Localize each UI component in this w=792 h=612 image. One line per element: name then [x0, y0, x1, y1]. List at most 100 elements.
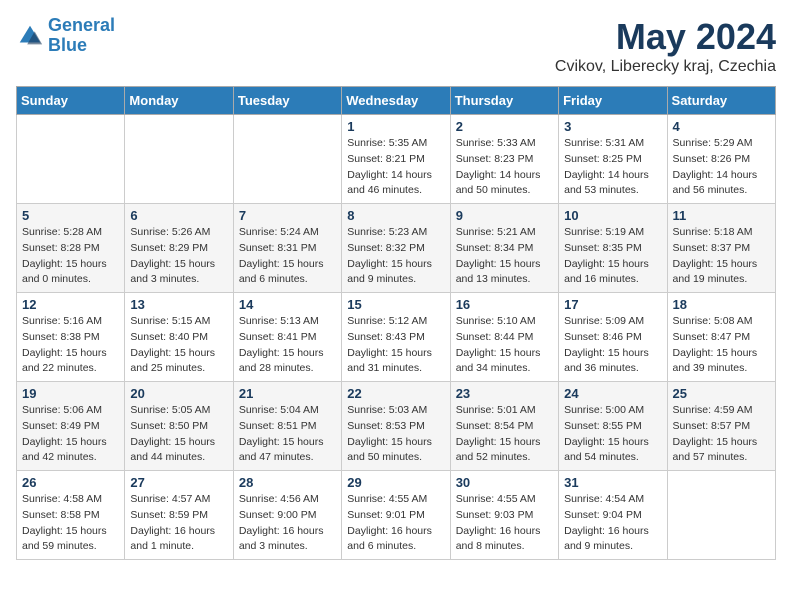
calendar-cell [233, 115, 341, 204]
calendar-cell: 15 Sunrise: 5:12 AM Sunset: 8:43 PM Dayli… [342, 293, 450, 382]
logo-icon [16, 22, 44, 50]
logo-line2: Blue [48, 35, 87, 55]
calendar-week-row: 1 Sunrise: 5:35 AM Sunset: 8:21 PM Daylig… [17, 115, 776, 204]
day-info: Sunrise: 5:08 AM Sunset: 8:47 PM Dayligh… [673, 314, 770, 377]
day-info: Sunrise: 4:59 AM Sunset: 8:57 PM Dayligh… [673, 403, 770, 466]
day-info: Sunrise: 5:28 AM Sunset: 8:28 PM Dayligh… [22, 225, 119, 288]
day-info: Sunrise: 4:54 AM Sunset: 9:04 PM Dayligh… [564, 492, 661, 555]
calendar-cell: 28 Sunrise: 4:56 AM Sunset: 9:00 PM Dayli… [233, 471, 341, 560]
day-header-sunday: Sunday [17, 87, 125, 115]
day-info: Sunrise: 5:06 AM Sunset: 8:49 PM Dayligh… [22, 403, 119, 466]
day-number: 14 [239, 297, 336, 312]
day-info: Sunrise: 5:24 AM Sunset: 8:31 PM Dayligh… [239, 225, 336, 288]
day-info: Sunrise: 4:58 AM Sunset: 8:58 PM Dayligh… [22, 492, 119, 555]
day-number: 10 [564, 208, 661, 223]
day-info: Sunrise: 4:57 AM Sunset: 8:59 PM Dayligh… [130, 492, 227, 555]
month-title: May 2024 [555, 16, 776, 58]
day-info: Sunrise: 5:13 AM Sunset: 8:41 PM Dayligh… [239, 314, 336, 377]
calendar-cell: 2Sunrise: 5:33 AM Sunset: 8:23 PM Daylig… [450, 115, 558, 204]
calendar-cell: 4 Sunrise: 5:29 AM Sunset: 8:26 PM Daylig… [667, 115, 775, 204]
calendar-cell: 31 Sunrise: 4:54 AM Sunset: 9:04 PM Dayli… [559, 471, 667, 560]
calendar-week-row: 5 Sunrise: 5:28 AM Sunset: 8:28 PM Daylig… [17, 204, 776, 293]
calendar-cell: 29Sunrise: 4:55 AM Sunset: 9:01 PM Dayli… [342, 471, 450, 560]
calendar-cell: 16Sunrise: 5:10 AM Sunset: 8:44 PM Dayli… [450, 293, 558, 382]
title-area: May 2024 Cvikov, Liberecky kraj, Czechia [555, 16, 776, 76]
day-number: 2 [456, 119, 553, 134]
day-header-tuesday: Tuesday [233, 87, 341, 115]
day-info: Sunrise: 5:21 AM Sunset: 8:34 PM Dayligh… [456, 225, 553, 288]
day-number: 28 [239, 475, 336, 490]
calendar-cell: 23 Sunrise: 5:01 AM Sunset: 8:54 PM Dayli… [450, 382, 558, 471]
calendar-header-row: SundayMondayTuesdayWednesdayThursdayFrid… [17, 87, 776, 115]
logo-line1: General [48, 15, 115, 35]
day-number: 4 [673, 119, 770, 134]
day-number: 11 [673, 208, 770, 223]
day-header-thursday: Thursday [450, 87, 558, 115]
calendar-cell [667, 471, 775, 560]
day-number: 12 [22, 297, 119, 312]
calendar-cell: 13Sunrise: 5:15 AM Sunset: 8:40 PM Dayli… [125, 293, 233, 382]
calendar-week-row: 12 Sunrise: 5:16 AM Sunset: 8:38 PM Dayli… [17, 293, 776, 382]
day-number: 1 [347, 119, 444, 134]
calendar-cell: 17Sunrise: 5:09 AM Sunset: 8:46 PM Dayli… [559, 293, 667, 382]
day-info: Sunrise: 5:03 AM Sunset: 8:53 PM Dayligh… [347, 403, 444, 466]
calendar-cell: 12 Sunrise: 5:16 AM Sunset: 8:38 PM Dayli… [17, 293, 125, 382]
calendar-cell: 24Sunrise: 5:00 AM Sunset: 8:55 PM Dayli… [559, 382, 667, 471]
calendar-cell: 7 Sunrise: 5:24 AM Sunset: 8:31 PM Daylig… [233, 204, 341, 293]
calendar-cell: 9 Sunrise: 5:21 AM Sunset: 8:34 PM Daylig… [450, 204, 558, 293]
calendar-cell: 8Sunrise: 5:23 AM Sunset: 8:32 PM Daylig… [342, 204, 450, 293]
day-number: 25 [673, 386, 770, 401]
day-header-saturday: Saturday [667, 87, 775, 115]
calendar-cell: 6Sunrise: 5:26 AM Sunset: 8:29 PM Daylig… [125, 204, 233, 293]
logo: General Blue [16, 16, 115, 56]
day-number: 19 [22, 386, 119, 401]
day-number: 21 [239, 386, 336, 401]
day-number: 3 [564, 119, 661, 134]
day-info: Sunrise: 5:00 AM Sunset: 8:55 PM Dayligh… [564, 403, 661, 466]
calendar-cell: 25 Sunrise: 4:59 AM Sunset: 8:57 PM Dayli… [667, 382, 775, 471]
day-header-monday: Monday [125, 87, 233, 115]
calendar-cell: 22 Sunrise: 5:03 AM Sunset: 8:53 PM Dayli… [342, 382, 450, 471]
calendar-cell: 20 Sunrise: 5:05 AM Sunset: 8:50 PM Dayli… [125, 382, 233, 471]
day-info: Sunrise: 5:31 AM Sunset: 8:25 PM Dayligh… [564, 136, 661, 199]
day-number: 18 [673, 297, 770, 312]
day-info: Sunrise: 5:16 AM Sunset: 8:38 PM Dayligh… [22, 314, 119, 377]
day-info: Sunrise: 5:04 AM Sunset: 8:51 PM Dayligh… [239, 403, 336, 466]
day-info: Sunrise: 5:01 AM Sunset: 8:54 PM Dayligh… [456, 403, 553, 466]
calendar-cell: 10 Sunrise: 5:19 AM Sunset: 8:35 PM Dayli… [559, 204, 667, 293]
day-info: Sunrise: 5:35 AM Sunset: 8:21 PM Dayligh… [347, 136, 444, 199]
day-number: 30 [456, 475, 553, 490]
day-number: 29 [347, 475, 444, 490]
calendar-cell: 30Sunrise: 4:55 AM Sunset: 9:03 PM Dayli… [450, 471, 558, 560]
day-info: Sunrise: 5:29 AM Sunset: 8:26 PM Dayligh… [673, 136, 770, 199]
header: General Blue May 2024 Cvikov, Liberecky … [16, 16, 776, 76]
calendar-cell: 3 Sunrise: 5:31 AM Sunset: 8:25 PM Daylig… [559, 115, 667, 204]
day-number: 22 [347, 386, 444, 401]
calendar-cell: 19 Sunrise: 5:06 AM Sunset: 8:49 PM Dayli… [17, 382, 125, 471]
day-info: Sunrise: 5:12 AM Sunset: 8:43 PM Dayligh… [347, 314, 444, 377]
day-info: Sunrise: 4:56 AM Sunset: 9:00 PM Dayligh… [239, 492, 336, 555]
calendar-cell: 14 Sunrise: 5:13 AM Sunset: 8:41 PM Dayli… [233, 293, 341, 382]
day-info: Sunrise: 5:05 AM Sunset: 8:50 PM Dayligh… [130, 403, 227, 466]
calendar-week-row: 26 Sunrise: 4:58 AM Sunset: 8:58 PM Dayli… [17, 471, 776, 560]
calendar-week-row: 19 Sunrise: 5:06 AM Sunset: 8:49 PM Dayli… [17, 382, 776, 471]
day-info: Sunrise: 5:19 AM Sunset: 8:35 PM Dayligh… [564, 225, 661, 288]
calendar-cell [125, 115, 233, 204]
calendar-cell: 5 Sunrise: 5:28 AM Sunset: 8:28 PM Daylig… [17, 204, 125, 293]
day-number: 31 [564, 475, 661, 490]
day-number: 20 [130, 386, 227, 401]
calendar-cell: 11Sunrise: 5:18 AM Sunset: 8:37 PM Dayli… [667, 204, 775, 293]
day-number: 15 [347, 297, 444, 312]
day-number: 9 [456, 208, 553, 223]
day-number: 5 [22, 208, 119, 223]
calendar-cell: 1 Sunrise: 5:35 AM Sunset: 8:21 PM Daylig… [342, 115, 450, 204]
day-number: 26 [22, 475, 119, 490]
day-header-wednesday: Wednesday [342, 87, 450, 115]
day-number: 23 [456, 386, 553, 401]
day-number: 7 [239, 208, 336, 223]
calendar-cell: 18 Sunrise: 5:08 AM Sunset: 8:47 PM Dayli… [667, 293, 775, 382]
day-number: 13 [130, 297, 227, 312]
calendar-cell: 21 Sunrise: 5:04 AM Sunset: 8:51 PM Dayli… [233, 382, 341, 471]
calendar-cell [17, 115, 125, 204]
day-info: Sunrise: 5:26 AM Sunset: 8:29 PM Dayligh… [130, 225, 227, 288]
